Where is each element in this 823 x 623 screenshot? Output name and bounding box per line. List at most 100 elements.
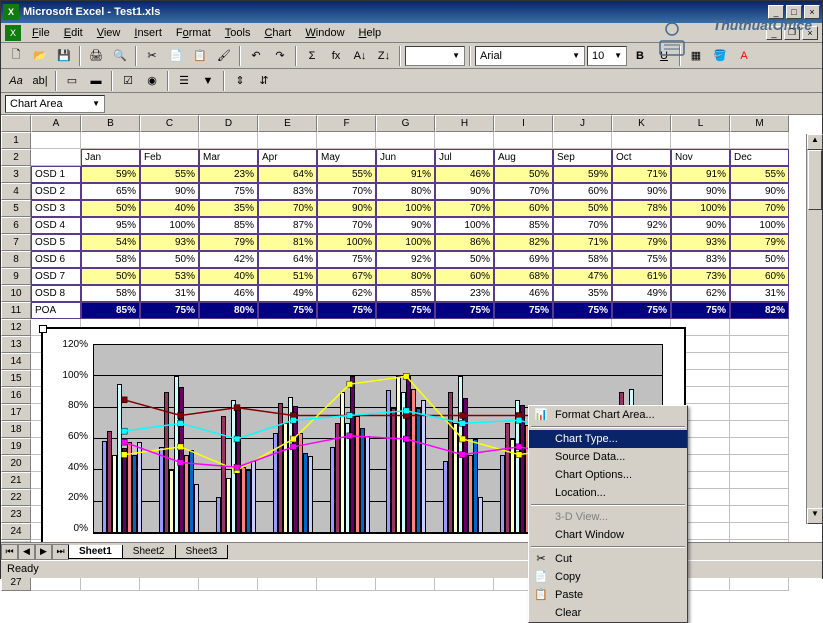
ctx-chart-options-[interactable]: Chart Options... (529, 466, 687, 484)
cell[interactable] (81, 132, 140, 149)
paste-button[interactable]: 📋 (189, 45, 211, 67)
font-color-button[interactable]: A (733, 45, 755, 67)
cell[interactable]: 78% (612, 200, 671, 217)
cell[interactable]: 95% (81, 217, 140, 234)
cell[interactable] (730, 421, 789, 438)
cell[interactable]: 75% (494, 302, 553, 319)
col-head-D[interactable]: D (199, 115, 258, 132)
cell[interactable]: 80% (199, 302, 258, 319)
cell[interactable] (553, 132, 612, 149)
cell[interactable]: 50% (81, 268, 140, 285)
preview-button[interactable]: 🔍 (109, 45, 131, 67)
row-head[interactable]: 19 (1, 438, 31, 455)
menu-chart[interactable]: Chart (257, 25, 298, 41)
cell[interactable]: 80% (376, 183, 435, 200)
bar[interactable] (251, 461, 256, 533)
cell[interactable]: 55% (730, 166, 789, 183)
cell[interactable]: 75% (199, 183, 258, 200)
cell[interactable]: 83% (258, 183, 317, 200)
cell[interactable]: 49% (258, 285, 317, 302)
cell[interactable]: Aug (494, 149, 553, 166)
copy-button[interactable]: 📄 (165, 45, 187, 67)
menu-window[interactable]: Window (298, 25, 351, 41)
cell[interactable]: 92% (612, 217, 671, 234)
cell[interactable]: OSD 3 (31, 200, 81, 217)
print-button[interactable]: 🖨 (85, 45, 107, 67)
row-head[interactable]: 21 (1, 472, 31, 489)
cell[interactable]: Mar (199, 149, 258, 166)
cell[interactable]: 70% (435, 200, 494, 217)
sheet-tab-sheet2[interactable]: Sheet2 (122, 545, 176, 559)
col-head-F[interactable]: F (317, 115, 376, 132)
undo-button[interactable]: ↶ (245, 45, 267, 67)
cell[interactable]: 62% (671, 285, 730, 302)
row-head[interactable]: 24 (1, 523, 31, 540)
label-control[interactable]: Aa (5, 70, 27, 92)
cell[interactable]: OSD 8 (31, 285, 81, 302)
row-head[interactable]: 10 (1, 285, 31, 302)
cell[interactable]: 55% (140, 166, 199, 183)
cell[interactable]: 31% (140, 285, 199, 302)
row-head[interactable]: 5 (1, 200, 31, 217)
cell[interactable] (258, 132, 317, 149)
cell[interactable]: 70% (258, 200, 317, 217)
cell[interactable] (31, 149, 81, 166)
cell[interactable]: 69% (494, 251, 553, 268)
row-head[interactable]: 18 (1, 421, 31, 438)
cell[interactable]: Dec (730, 149, 789, 166)
cell[interactable]: 47% (553, 268, 612, 285)
menu-view[interactable]: View (90, 25, 128, 41)
cell[interactable]: Oct (612, 149, 671, 166)
cell[interactable]: 59% (553, 166, 612, 183)
row-head[interactable]: 3 (1, 166, 31, 183)
doc-close-button[interactable]: × (802, 26, 818, 40)
cell[interactable]: 42% (199, 251, 258, 268)
autosum-button[interactable]: Σ (301, 45, 323, 67)
cut-button[interactable]: ✂ (141, 45, 163, 67)
row-head[interactable]: 1 (1, 132, 31, 149)
cell[interactable] (730, 506, 789, 523)
col-head-B[interactable]: B (81, 115, 140, 132)
groupbox-control[interactable]: ▭ (61, 70, 83, 92)
cell[interactable] (612, 132, 671, 149)
cell[interactable]: 55% (317, 166, 376, 183)
row-head[interactable]: 13 (1, 336, 31, 353)
cell[interactable]: 31% (730, 285, 789, 302)
cell[interactable]: 60% (435, 268, 494, 285)
sort-desc-button[interactable]: Z↓ (373, 45, 395, 67)
minimize-button[interactable]: _ (768, 5, 784, 19)
cell[interactable]: 90% (376, 217, 435, 234)
sheet-tab-sheet3[interactable]: Sheet3 (175, 545, 229, 559)
row-head[interactable]: 6 (1, 217, 31, 234)
cell[interactable]: 90% (730, 183, 789, 200)
close-button[interactable]: × (804, 5, 820, 19)
cell[interactable]: 60% (494, 200, 553, 217)
cell[interactable]: 64% (258, 166, 317, 183)
bar[interactable] (194, 484, 199, 533)
cell[interactable]: 46% (494, 285, 553, 302)
cell[interactable]: 91% (376, 166, 435, 183)
bar[interactable] (308, 456, 313, 533)
select-all-corner[interactable] (1, 115, 31, 132)
cell[interactable]: 61% (612, 268, 671, 285)
cell[interactable] (730, 132, 789, 149)
cell[interactable]: 40% (140, 200, 199, 217)
tab-next-button[interactable]: ▶ (35, 544, 52, 560)
row-head[interactable]: 20 (1, 455, 31, 472)
cell[interactable]: 75% (553, 302, 612, 319)
cell[interactable] (31, 132, 81, 149)
cell[interactable]: 62% (317, 285, 376, 302)
ctx-copy[interactable]: 📄Copy (529, 568, 687, 586)
cell[interactable]: Jul (435, 149, 494, 166)
cell[interactable]: 75% (435, 302, 494, 319)
ctx-cut[interactable]: ✂Cut (529, 550, 687, 568)
doc-icon[interactable]: X (5, 25, 21, 41)
cell[interactable]: 70% (730, 200, 789, 217)
listbox-control[interactable]: ☰ (173, 70, 195, 92)
cell[interactable]: 75% (317, 302, 376, 319)
ctx-paste[interactable]: 📋Paste (529, 586, 687, 604)
cell[interactable]: OSD 1 (31, 166, 81, 183)
maximize-button[interactable]: □ (786, 5, 802, 19)
cell[interactable]: 40% (199, 268, 258, 285)
spinner-control[interactable]: ⇵ (253, 70, 275, 92)
